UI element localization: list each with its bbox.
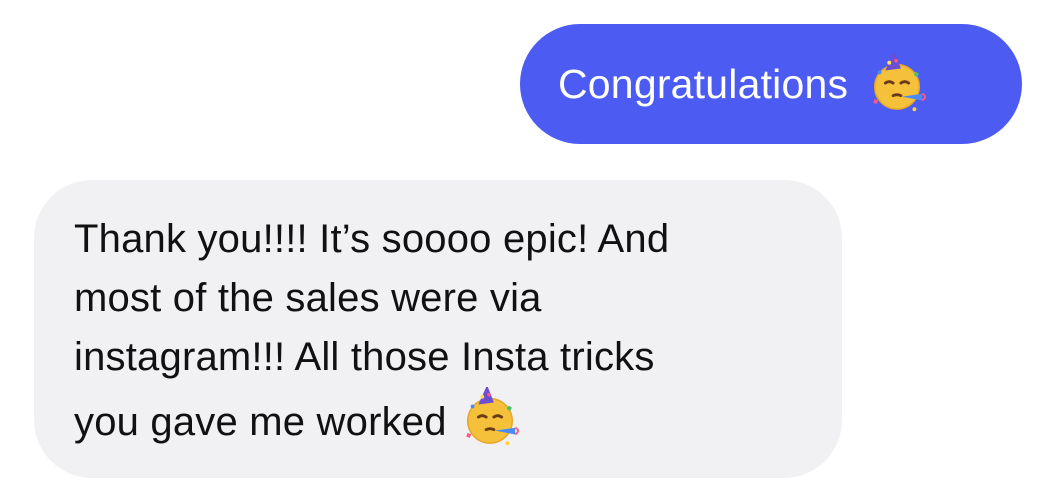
chat-thread: Congratulations Thank you!!!! It’s soooo… (0, 0, 1046, 498)
partying-face-icon (873, 53, 927, 112)
outgoing-message-bubble[interactable]: Congratulations (520, 24, 1022, 144)
incoming-message-line-text: you gave me worked (74, 400, 447, 444)
outgoing-message-text: Congratulations (558, 60, 849, 107)
incoming-message-line-last: you gave me worked (74, 387, 812, 452)
partying-face-icon (465, 387, 519, 446)
incoming-message-line: most of the sales were via (74, 276, 542, 320)
incoming-message-line: instagram!!! All those Insta tricks (74, 335, 655, 379)
incoming-message-bubble[interactable]: Thank you!!!! It’s soooo epic! And most … (34, 180, 842, 478)
incoming-message-line: Thank you!!!! It’s soooo epic! And (74, 217, 670, 261)
